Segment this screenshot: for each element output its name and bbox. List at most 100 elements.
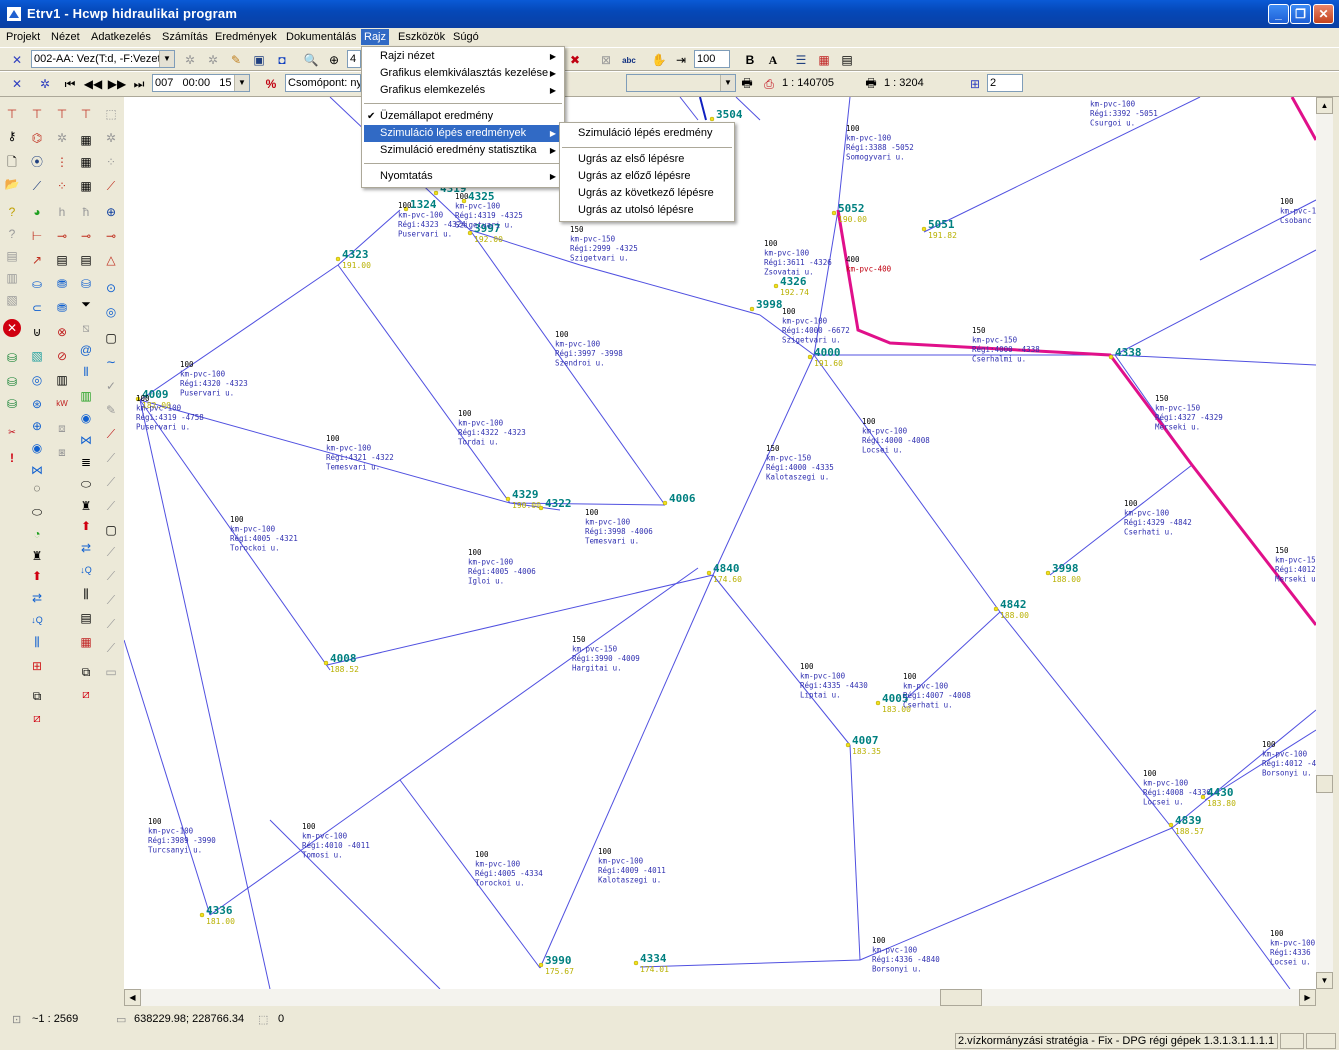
select3-icon[interactable]: ⁘	[102, 153, 120, 171]
arrow-up2-icon[interactable]: ⬆	[77, 517, 95, 535]
open-folder-icon[interactable]: 📂	[3, 175, 21, 193]
path-icon[interactable]: ↗	[28, 251, 46, 269]
pump2-icon[interactable]: ⊛	[28, 395, 46, 413]
paste-icon[interactable]: ▧	[3, 291, 21, 309]
select-rect-icon[interactable]: ⬚	[102, 105, 120, 123]
windows-close-icon[interactable]: ⧄	[28, 709, 46, 727]
close-button[interactable]: ✕	[1313, 4, 1334, 24]
scroll-right-button[interactable]: ▶	[1299, 989, 1316, 1006]
menu-dokumentalas[interactable]: Dokumentálás	[283, 29, 359, 45]
frame-icon[interactable]: ▢	[102, 329, 120, 347]
db-green2-icon[interactable]: ⛁	[3, 373, 21, 391]
maximize-button[interactable]: ❐	[1290, 4, 1311, 24]
minimize-button[interactable]: _	[1268, 4, 1289, 24]
table2-icon[interactable]: ▦	[77, 131, 95, 149]
spiral-icon[interactable]: @	[77, 341, 95, 359]
valve-icon[interactable]: ⌬	[28, 129, 46, 147]
bars2-icon[interactable]: ⫼	[77, 585, 95, 603]
step-combo[interactable]: 007 00:00 15 ▼	[152, 74, 250, 92]
submenu-first-step[interactable]: Ugrás az első lépésre	[562, 151, 732, 168]
tank2-icon[interactable]: ⛃	[53, 275, 71, 293]
tree2-icon[interactable]: ⊤	[28, 105, 46, 123]
pipe-red-icon[interactable]: ⊸	[77, 227, 95, 245]
eye-icon[interactable]: ◉	[28, 439, 46, 457]
h2-icon[interactable]: ħ	[77, 203, 95, 221]
stop-icon[interactable]: ✕	[3, 319, 21, 337]
font-icon[interactable]: A	[764, 51, 782, 69]
select2-icon[interactable]: ✲	[102, 129, 120, 147]
last-step-icon[interactable]: ⏭	[130, 75, 148, 93]
scroll-left-button[interactable]: ◀	[124, 989, 141, 1006]
circle-icon[interactable]: ⊙	[102, 279, 120, 297]
menu-item-nyomtatas[interactable]: Nyomtatás ▶	[364, 168, 562, 185]
small-combo[interactable]: 4	[347, 50, 361, 68]
valve2-icon[interactable]: ⊸	[53, 227, 71, 245]
windows2-icon[interactable]: ⧉	[28, 687, 46, 705]
windows-icon[interactable]: ▣	[250, 51, 268, 69]
alert-icon[interactable]: !	[3, 449, 21, 467]
copy-icon[interactable]: ▥	[3, 269, 21, 287]
table3-icon[interactable]: ▦	[77, 153, 95, 171]
flow-icon[interactable]: ⇄	[28, 589, 46, 607]
menu-nezet[interactable]: Nézet	[48, 29, 83, 45]
table4-icon[interactable]: ▦	[77, 177, 95, 195]
menu-sugo[interactable]: Súgó	[450, 29, 482, 45]
scroll-down-button[interactable]: ▼	[1316, 972, 1333, 989]
h-icon[interactable]: h	[53, 203, 71, 221]
cup-icon[interactable]: ⊍	[28, 323, 46, 341]
flow2-icon[interactable]: ⇄	[77, 539, 95, 557]
select-all-icon[interactable]: ✲	[181, 51, 199, 69]
oval2-icon[interactable]: ⬭	[77, 475, 95, 493]
zoom-icon[interactable]: 🔍	[302, 51, 320, 69]
tank4-icon[interactable]: ⛁	[77, 275, 95, 293]
flow-q-icon[interactable]: ↓Q	[28, 611, 46, 629]
frame2-icon[interactable]: ▢	[102, 521, 120, 539]
arrow-up-icon[interactable]: ⬆	[28, 567, 46, 585]
link-gray8-icon[interactable]: ⟋	[102, 639, 120, 657]
meter-icon[interactable]: ⊘	[53, 347, 71, 365]
menu-item-grafikus-elemkezeles[interactable]: Grafikus elemkezelés ▶	[364, 82, 562, 99]
pencil-icon[interactable]: ✎	[227, 51, 245, 69]
csomopont-combo[interactable]: Csomópont: ny	[285, 74, 361, 92]
windows-close2-icon[interactable]: ⧄	[77, 685, 95, 703]
submenu-last-step[interactable]: Ugrás az utolsó lépésre	[562, 202, 732, 219]
fit-icon[interactable]: ⊠	[597, 51, 615, 69]
export-icon[interactable]: ◘	[273, 51, 291, 69]
tree4-icon[interactable]: ⊤	[77, 105, 95, 123]
key-icon[interactable]: ⚷	[3, 127, 21, 145]
menu-projekt[interactable]: Projekt	[3, 29, 43, 45]
submenu-prev-step[interactable]: Ugrás az előző lépésre	[562, 168, 732, 185]
tree-icon[interactable]: ⊤	[3, 105, 21, 123]
new-doc-icon[interactable]: 🗋	[3, 153, 21, 171]
zoom-in-icon[interactable]: ⊕	[325, 51, 343, 69]
horizontal-scrollbar[interactable]: ◀ ▶	[124, 989, 1316, 1006]
measure-icon[interactable]: ⊢	[28, 227, 46, 245]
network-drawing[interactable]: 35045052190.00 5051191.824319132443253997…	[124, 97, 1316, 989]
submenu-lepes-eredmeny[interactable]: Szimuláció lépés eredmény	[562, 125, 732, 142]
spin-input[interactable]: 2	[987, 74, 1023, 92]
grid-icon[interactable]: ⊞	[966, 75, 984, 93]
menu-szamitas[interactable]: Számítás	[159, 29, 211, 45]
menu-item-szimulacio-lepes[interactable]: Szimuláció lépés eredmények ▶	[364, 125, 562, 142]
bars-icon[interactable]: ⫼	[28, 633, 46, 651]
help-disabled-icon[interactable]: ?	[3, 225, 21, 243]
wave-icon[interactable]: ∼	[102, 353, 120, 371]
list2-icon[interactable]: ▥	[53, 371, 71, 389]
pan-hand-icon[interactable]: ✋	[650, 51, 668, 69]
funnel-icon[interactable]: ⏷	[77, 295, 95, 313]
fence-icon[interactable]: ⧈	[53, 419, 71, 437]
tank-icon[interactable]: ⛀	[28, 275, 46, 293]
target-icon[interactable]: ⊕	[102, 203, 120, 221]
menu-item-rajzi-nezet[interactable]: Rajzi nézet ▶	[364, 48, 562, 65]
columns-icon[interactable]: ⫴	[77, 363, 95, 381]
help-icon[interactable]: ?	[3, 203, 21, 221]
pipe-icon[interactable]: ⊂	[28, 299, 46, 317]
tree3-icon[interactable]: ⊤	[53, 105, 71, 123]
trash-icon[interactable]: ⧆	[53, 443, 71, 461]
cut-icon[interactable]: ✂	[3, 423, 21, 441]
link-red-icon[interactable]: ⟋	[102, 425, 120, 443]
abc-label-icon[interactable]: abc	[620, 51, 638, 69]
vertical-scrollbar[interactable]: ▲ ▼	[1316, 97, 1333, 989]
menu-adatkezeles[interactable]: Adatkezelés	[88, 29, 154, 45]
oval-icon[interactable]: ⬭	[28, 503, 46, 521]
